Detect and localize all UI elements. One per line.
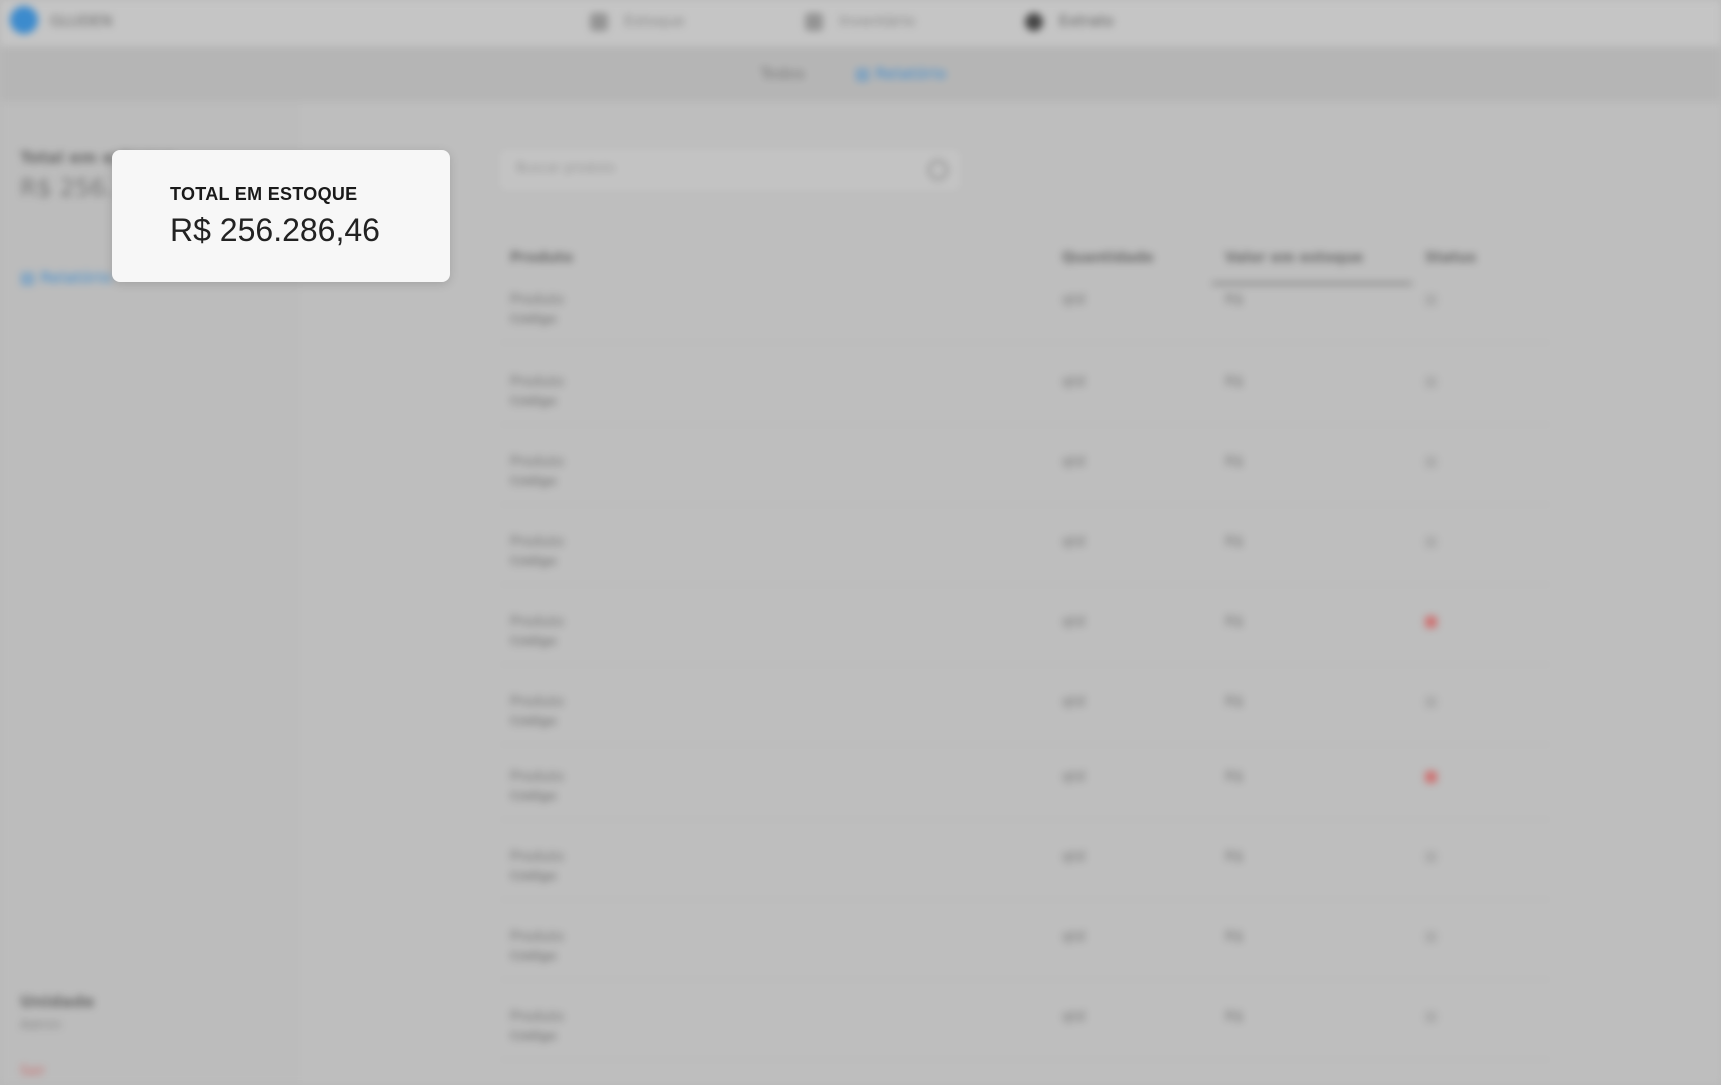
total-stock-popup: TOTAL EM ESTOQUE R$ 256.286,46 <box>112 150 450 282</box>
app-root: GLUDEN Estoque Inventário Extrato Todos … <box>0 0 1721 1085</box>
modal-overlay[interactable]: TOTAL EM ESTOQUE R$ 256.286,46 <box>0 0 1721 1085</box>
popup-value: R$ 256.286,46 <box>170 212 380 248</box>
popup-label: TOTAL EM ESTOQUE <box>170 184 358 204</box>
